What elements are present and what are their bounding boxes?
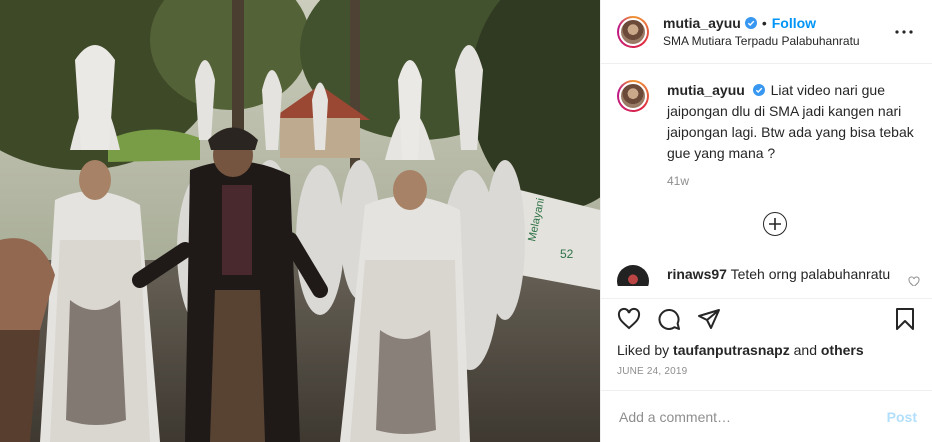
caption-row: mutia_ayuu Liat video nari gue jaipongan…	[617, 80, 916, 188]
comment-button[interactable]	[649, 299, 689, 339]
post-date[interactable]: JUNE 24, 2019	[617, 366, 687, 377]
save-button[interactable]	[885, 299, 925, 339]
more-horizontal-icon	[895, 29, 913, 34]
header-username-line: mutia_ayuu • Follow	[663, 15, 892, 31]
commenter-avatar[interactable]	[617, 265, 649, 286]
like-button[interactable]	[609, 299, 649, 339]
verified-badge-icon	[744, 17, 757, 29]
post-photo[interactable]: Melayani 52	[0, 0, 600, 442]
action-bar	[601, 298, 932, 338]
comment-text: Teteh orng palabuhanratu	[730, 266, 891, 282]
comment-text-block: rinaws97 Teteh orng palabuhanratu	[667, 265, 917, 286]
caption-time[interactable]: 41w	[667, 174, 916, 188]
likes-user[interactable]: taufanputrasnapz	[673, 342, 790, 358]
plus-circle-icon	[769, 218, 781, 230]
post-header: mutia_ayuu • Follow SMA Mutiara Terpadu …	[601, 0, 932, 64]
share-icon	[698, 308, 720, 329]
caption-avatar-image	[619, 82, 647, 110]
avatar-image	[619, 17, 647, 46]
post-location[interactable]: SMA Mutiara Terpadu Palabuhanratu	[663, 34, 892, 48]
instagram-post: Melayani 52 mutia_ayuu • Follow SMA Muti…	[0, 0, 932, 442]
comment-username[interactable]: rinaws97	[667, 266, 727, 282]
post-sidebar: mutia_ayuu • Follow SMA Mutiara Terpadu …	[600, 0, 932, 442]
load-more-comments-button[interactable]	[763, 212, 787, 236]
separator-dot: •	[761, 15, 767, 31]
header-meta: mutia_ayuu • Follow SMA Mutiara Terpadu …	[663, 15, 892, 48]
caption-verified-badge-icon	[752, 84, 765, 96]
more-options-icon[interactable]	[892, 20, 916, 44]
likes-others[interactable]: others	[821, 342, 864, 358]
heart-icon	[617, 307, 641, 329]
likes-line: Liked by taufanputrasnapz and others	[617, 342, 864, 358]
follow-button[interactable]: Follow	[772, 15, 816, 31]
comment-item: rinaws97 Teteh orng palabuhanratu	[617, 265, 917, 286]
caption-body: mutia_ayuu Liat video nari gue jaipongan…	[667, 80, 916, 188]
bookmark-icon	[896, 307, 914, 330]
comment-input[interactable]	[617, 407, 887, 426]
comments-section: mutia_ayuu Liat video nari gue jaipongan…	[601, 64, 932, 286]
caption-text-block: mutia_ayuu Liat video nari gue jaipongan…	[667, 80, 916, 164]
caption-avatar[interactable]	[617, 80, 649, 112]
comment-like-heart-icon[interactable]	[908, 276, 920, 286]
share-button[interactable]	[689, 299, 729, 339]
post-comment-button[interactable]: Post	[887, 409, 917, 425]
likes-joiner: and	[793, 342, 817, 358]
add-comment-bar: Post	[601, 390, 932, 442]
comment-icon	[658, 308, 680, 330]
caption-username[interactable]: mutia_ayuu	[667, 82, 745, 98]
photo-illustration: Melayani 52	[0, 0, 600, 442]
author-avatar[interactable]	[617, 15, 649, 48]
likes-prefix: Liked by	[617, 342, 670, 358]
header-username[interactable]: mutia_ayuu	[663, 15, 741, 31]
